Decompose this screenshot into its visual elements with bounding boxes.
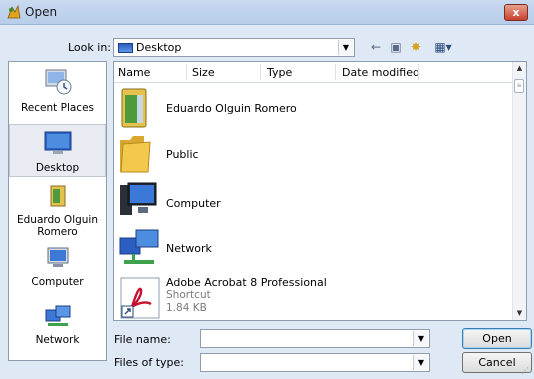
network-icon — [119, 229, 159, 264]
vertical-scrollbar[interactable]: ▲ ≡ ▼ — [512, 62, 526, 320]
column-name[interactable]: Name — [118, 66, 150, 79]
column-type[interactable]: Type — [267, 66, 292, 79]
file-name-label: File name: — [114, 333, 171, 346]
desktop-icon — [44, 131, 71, 154]
place-network[interactable]: Network — [9, 304, 106, 346]
open-button[interactable]: Open — [462, 328, 532, 349]
recent-places-icon — [45, 69, 71, 95]
place-desktop[interactable]: Desktop — [9, 124, 106, 177]
look-in-dropdown[interactable]: Desktop ▼ — [113, 38, 355, 57]
place-computer[interactable]: Computer — [9, 246, 106, 288]
column-header-row: ^ Name Size Type Date modified — [114, 62, 515, 83]
file-size: 1.84 KB — [166, 302, 207, 314]
computer-icon — [120, 182, 157, 215]
files-of-type-dropdown[interactable]: ▼ — [200, 353, 430, 372]
window-title: Open — [25, 5, 58, 19]
file-name: Eduardo Olguin Romero — [166, 102, 297, 115]
place-user-folder[interactable]: Eduardo Olguin Romero — [9, 184, 106, 238]
close-icon: x — [512, 6, 520, 19]
scroll-thumb[interactable]: ≡ — [514, 79, 524, 93]
views-menu-button[interactable]: ▦▾ — [430, 38, 456, 56]
back-button[interactable]: ← — [368, 38, 384, 56]
user-folder-icon — [50, 185, 65, 207]
user-folder-icon — [121, 88, 147, 128]
list-item[interactable]: Network — [114, 226, 514, 268]
file-list[interactable]: ^ Name Size Type Date modified Eduardo O… — [113, 61, 527, 321]
list-item[interactable]: Public — [114, 132, 514, 174]
places-bar: Recent Places Desktop Eduardo Olguin Rom… — [8, 61, 107, 361]
network-icon — [45, 305, 70, 326]
scroll-up-button[interactable]: ▲ — [513, 62, 526, 75]
file-type: Shortcut — [166, 289, 211, 301]
column-divider[interactable] — [335, 64, 336, 80]
chevron-down-icon[interactable]: ▼ — [413, 331, 428, 346]
folder-icon — [120, 136, 151, 173]
resize-grip-icon[interactable]: ⋰ — [521, 366, 531, 376]
column-date-modified[interactable]: Date modified — [342, 66, 420, 79]
close-button[interactable]: x — [504, 4, 528, 21]
list-item[interactable]: Adobe Acrobat 8 Professional Shortcut 1.… — [114, 274, 514, 320]
computer-icon — [47, 247, 68, 267]
place-label: Recent Places — [20, 102, 94, 114]
look-in-value: Desktop — [136, 41, 182, 54]
look-in-label: Look in: — [68, 41, 111, 54]
desktop-icon — [118, 43, 133, 53]
adobe-acrobat-shortcut-icon — [120, 277, 160, 319]
column-size[interactable]: Size — [192, 66, 215, 79]
file-name: Adobe Acrobat 8 Professional — [166, 276, 327, 289]
up-folder-button[interactable]: ▣ — [388, 38, 404, 56]
files-of-type-label: Files of type: — [114, 356, 185, 369]
place-label: Computer — [31, 276, 84, 288]
list-item[interactable]: Eduardo Olguin Romero — [114, 86, 514, 130]
chevron-down-icon[interactable]: ▼ — [413, 355, 428, 370]
scroll-down-button[interactable]: ▼ — [513, 307, 526, 320]
column-divider[interactable] — [418, 64, 419, 80]
column-divider[interactable] — [186, 64, 187, 80]
place-label: Network — [35, 334, 80, 346]
new-folder-button[interactable]: ✸ — [408, 38, 424, 56]
place-label: Eduardo Olguin Romero — [16, 214, 99, 238]
list-item[interactable]: Computer — [114, 179, 514, 221]
file-name: Computer — [166, 197, 221, 210]
file-name: Network — [166, 242, 212, 255]
place-recent-places[interactable]: Recent Places — [9, 68, 106, 114]
chevron-down-icon[interactable]: ▼ — [338, 40, 353, 55]
file-name-field[interactable]: ▼ — [200, 329, 430, 348]
file-name: Public — [166, 148, 199, 161]
place-label: Desktop — [35, 162, 80, 174]
app-icon — [7, 4, 21, 19]
column-divider[interactable] — [260, 64, 261, 80]
title-bar: Open x — [0, 0, 534, 25]
